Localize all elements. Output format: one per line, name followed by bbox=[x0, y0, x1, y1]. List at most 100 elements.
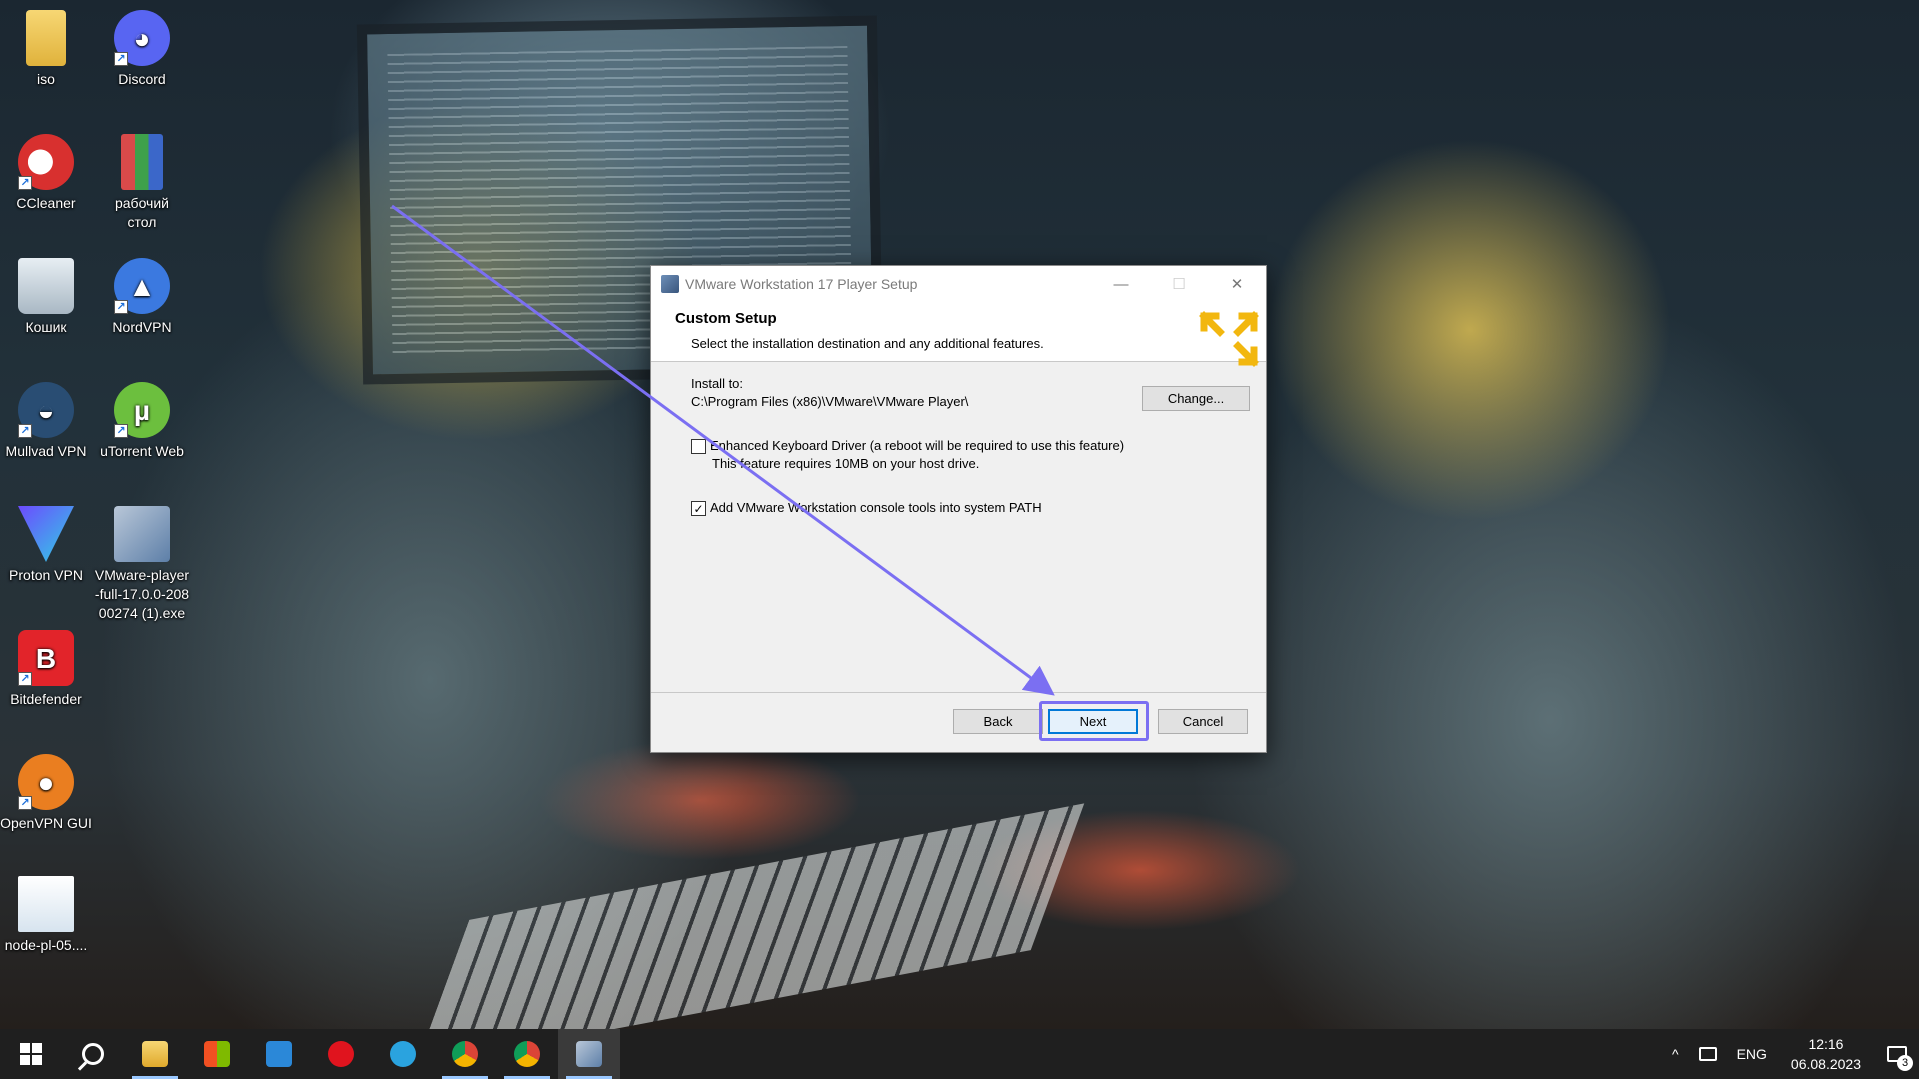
desktop-icon-label: Mullvad VPN bbox=[5, 443, 87, 459]
protonvpn-icon bbox=[18, 506, 74, 562]
shortcut-arrow-icon: ↗ bbox=[114, 52, 128, 66]
desktop-icon-archive[interactable]: рабочий стол bbox=[94, 128, 190, 232]
close-button[interactable]: ✕ bbox=[1208, 266, 1266, 302]
desktop-icon-label: node-pl-05.... bbox=[4, 937, 88, 953]
desktop-icon-ccleaner[interactable]: ↗ CCleaner bbox=[0, 128, 94, 213]
utorrent-icon: µ ↗ bbox=[114, 382, 170, 438]
recycle-bin-icon bbox=[18, 258, 74, 314]
desktop-icon-label: NordVPN bbox=[112, 319, 172, 335]
shortcut-arrow-icon: ↗ bbox=[114, 300, 128, 314]
shortcut-arrow-icon: ↗ bbox=[18, 672, 32, 686]
vmware-setup-icon bbox=[576, 1041, 602, 1067]
file-explorer-icon bbox=[142, 1041, 168, 1067]
taskbar-store[interactable] bbox=[186, 1029, 248, 1079]
desktop-icon-mullvad[interactable]: ◒ ↗ Mullvad VPN bbox=[0, 376, 94, 461]
desktop-icon-label: OpenVPN GUI bbox=[0, 815, 92, 831]
setup-dialog: VMware Workstation 17 Player Setup — ☐ ✕… bbox=[650, 265, 1267, 753]
opera-icon bbox=[328, 1041, 354, 1067]
telegram-icon bbox=[390, 1041, 416, 1067]
desktop-icon-label: VMware-player-full-17.0.0-20800274 (1).e… bbox=[94, 567, 190, 621]
desktop-icon-label: Кошик bbox=[25, 319, 67, 335]
desktop-icon-label: Bitdefender bbox=[10, 691, 82, 707]
search-button[interactable] bbox=[62, 1029, 124, 1079]
archive-icon bbox=[121, 134, 163, 190]
network-icon[interactable] bbox=[1689, 1047, 1727, 1061]
taskbar-file-explorer[interactable] bbox=[124, 1029, 186, 1079]
store-icon bbox=[204, 1041, 230, 1067]
change-button[interactable]: Change... bbox=[1142, 386, 1250, 411]
desktop-icon-label: Proton VPN bbox=[9, 567, 83, 583]
keyboard-driver-label: Enhanced Keyboard Driver (a reboot will … bbox=[710, 438, 1125, 453]
maximize-button: ☐ bbox=[1172, 276, 1186, 293]
keyboard-driver-checkbox[interactable] bbox=[691, 439, 706, 454]
install-to-label: Install to: bbox=[691, 376, 744, 391]
desktop-icon-label: рабочий стол bbox=[114, 195, 169, 230]
discord-icon: ◕ ↗ bbox=[114, 10, 170, 66]
config-file-icon bbox=[18, 876, 74, 932]
option-console-tools-path[interactable]: ✓ Add VMware Workstation console tools i… bbox=[691, 500, 1042, 516]
dialog-title: VMware Workstation 17 Player Setup bbox=[685, 276, 918, 292]
clock-date: 06.08.2023 bbox=[1790, 1056, 1861, 1072]
start-button[interactable] bbox=[0, 1029, 62, 1079]
desktop-icon-bitdefender[interactable]: B ↗ Bitdefender bbox=[0, 624, 94, 709]
dialog-header: Custom Setup Select the installation des… bbox=[651, 302, 1266, 367]
back-button[interactable]: Back bbox=[953, 709, 1043, 734]
start-icon bbox=[20, 1043, 42, 1065]
console-tools-checkbox[interactable]: ✓ bbox=[691, 501, 706, 516]
notification-center-button[interactable]: 3 bbox=[1875, 1029, 1919, 1079]
system-tray: ^ ENG 12:16 06.08.2023 3 bbox=[1662, 1029, 1919, 1079]
page-title: Custom Setup bbox=[675, 310, 777, 327]
desktop-icon-iso[interactable]: iso bbox=[0, 4, 94, 89]
chrome-icon bbox=[452, 1041, 478, 1067]
desktop-icon-openvpn[interactable]: ● ↗ OpenVPN GUI bbox=[0, 748, 94, 833]
desktop-icon-label: Discord bbox=[118, 71, 166, 87]
shortcut-arrow-icon: ↗ bbox=[18, 796, 32, 810]
desktop-icon-nordvpn[interactable]: ▲ ↗ NordVPN bbox=[94, 252, 190, 337]
clock-time: 12:16 bbox=[1808, 1036, 1844, 1052]
dialog-body: Install to: C:\Program Files (x86)\VMwar… bbox=[651, 362, 1266, 682]
nordvpn-icon: ▲ ↗ bbox=[114, 258, 170, 314]
vmware-logo-icon bbox=[1199, 311, 1259, 367]
search-icon bbox=[82, 1043, 104, 1065]
installer-icon bbox=[114, 506, 170, 562]
desktop-icon-label: CCleaner bbox=[16, 195, 76, 211]
taskbar-telegram[interactable] bbox=[372, 1029, 434, 1079]
dialog-footer: Back Next Cancel bbox=[651, 692, 1266, 752]
language-indicator[interactable]: ENG bbox=[1727, 1046, 1777, 1062]
shortcut-arrow-icon: ↗ bbox=[18, 176, 32, 190]
taskbar-chrome[interactable] bbox=[434, 1029, 496, 1079]
desktop-icon-discord[interactable]: ◕ ↗ Discord bbox=[94, 4, 190, 89]
tray-overflow-chevron-icon[interactable]: ^ bbox=[1662, 1046, 1689, 1062]
page-subtitle: Select the installation destination and … bbox=[691, 336, 1044, 351]
shortcut-arrow-icon: ↗ bbox=[114, 424, 128, 438]
desktop-icon-utorrent[interactable]: µ ↗ uTorrent Web bbox=[94, 376, 190, 461]
dialog-titlebar[interactable]: VMware Workstation 17 Player Setup — ☐ ✕ bbox=[651, 266, 1266, 302]
shortcut-arrow-icon: ↗ bbox=[18, 424, 32, 438]
clock[interactable]: 12:16 06.08.2023 bbox=[1777, 1034, 1875, 1074]
taskbar: ^ ENG 12:16 06.08.2023 3 bbox=[0, 1029, 1919, 1079]
openvpn-icon: ● ↗ bbox=[18, 754, 74, 810]
install-path-value: C:\Program Files (x86)\VMware\VMware Pla… bbox=[691, 394, 969, 409]
chrome-profile-icon bbox=[514, 1041, 540, 1067]
taskbar-mail[interactable] bbox=[248, 1029, 310, 1079]
taskbar-chrome-profile[interactable] bbox=[496, 1029, 558, 1079]
desktop-icon-config-file[interactable]: node-pl-05.... bbox=[0, 870, 94, 955]
keyboard-driver-description: This feature requires 10MB on your host … bbox=[712, 456, 980, 471]
desktop-icon-vmware-installer[interactable]: VMware-player-full-17.0.0-20800274 (1).e… bbox=[94, 500, 190, 623]
taskbar-opera[interactable] bbox=[310, 1029, 372, 1079]
next-button[interactable]: Next bbox=[1048, 709, 1138, 734]
cancel-button[interactable]: Cancel bbox=[1158, 709, 1248, 734]
ccleaner-icon: ↗ bbox=[18, 134, 74, 190]
mullvad-icon: ◒ ↗ bbox=[18, 382, 74, 438]
console-tools-label: Add VMware Workstation console tools int… bbox=[710, 500, 1042, 515]
desktop-icon-recycle-bin[interactable]: Кошик bbox=[0, 252, 94, 337]
desktop-icon-protonvpn[interactable]: Proton VPN bbox=[0, 500, 94, 585]
option-keyboard-driver[interactable]: Enhanced Keyboard Driver (a reboot will … bbox=[691, 438, 1124, 454]
bitdefender-icon: B ↗ bbox=[18, 630, 74, 686]
taskbar-vmware-setup[interactable] bbox=[558, 1029, 620, 1079]
vmware-setup-icon bbox=[661, 275, 679, 293]
desktop-icon-label: uTorrent Web bbox=[100, 443, 184, 459]
mail-icon bbox=[266, 1041, 292, 1067]
minimize-button[interactable]: — bbox=[1092, 266, 1150, 302]
wallpaper-keyboard bbox=[415, 803, 1085, 1067]
